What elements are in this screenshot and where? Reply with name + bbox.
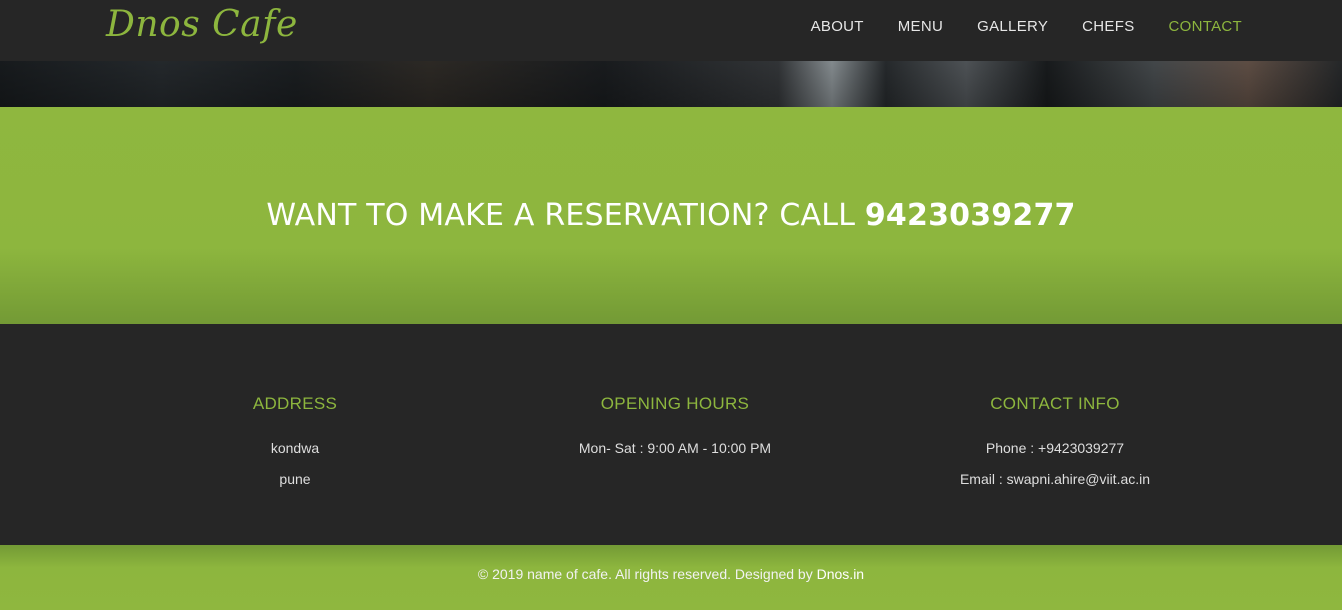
nav-link-gallery[interactable]: GALLERY [977,18,1048,35]
contact-phone: Phone : +9423039277 [985,440,1125,456]
nav-link-chefs[interactable]: CHEFS [1082,18,1134,35]
hours-column: OPENING HOURS Mon- Sat : 9:00 AM - 10:00… [525,394,825,464]
navbar: Dnos Cafe ABOUT MENU GALLERY CHEFS CONTA… [0,0,1342,61]
hours-title: OPENING HOURS [600,394,750,413]
hero-image-strip [0,61,1342,107]
brand-logo[interactable]: Dnos Cafe [106,4,298,45]
reservation-banner: WANT TO MAKE A RESERVATION? CALL 9423039… [0,107,1342,324]
nav-links: ABOUT MENU GALLERY CHEFS CONTACT [777,18,1242,35]
reservation-label: WANT TO MAKE A RESERVATION? CALL [266,198,856,233]
footer: © 2019 name of cafe. All rights reserved… [0,545,1342,610]
address-line: pune [279,471,311,487]
info-section: ADDRESS kondwa pune OPENING HOURS Mon- S… [0,324,1342,545]
address-column: ADDRESS kondwa pune [195,394,395,495]
designer-link[interactable]: Dnos.in [817,566,864,582]
nav-link-contact[interactable]: CONTACT [1169,18,1242,35]
address-title: ADDRESS [252,394,338,413]
contact-email: Email : swapni.ahire@viit.ac.in [959,471,1151,487]
reservation-heading: WANT TO MAKE A RESERVATION? CALL 9423039… [266,198,1075,233]
nav-link-about[interactable]: ABOUT [811,18,864,35]
contact-title: CONTACT INFO [990,394,1120,413]
reservation-phone: 9423039277 [864,198,1076,233]
footer-copyright: © 2019 name of cafe. All rights reserved… [0,566,1342,582]
hours-line: Mon- Sat : 9:00 AM - 10:00 PM [578,440,772,456]
contact-column: CONTACT INFO Phone : +9423039277 Email :… [920,394,1190,495]
nav-link-menu[interactable]: MENU [898,18,943,35]
copyright-text: © 2019 name of cafe. All rights reserved… [477,566,813,582]
address-line: kondwa [270,440,320,456]
